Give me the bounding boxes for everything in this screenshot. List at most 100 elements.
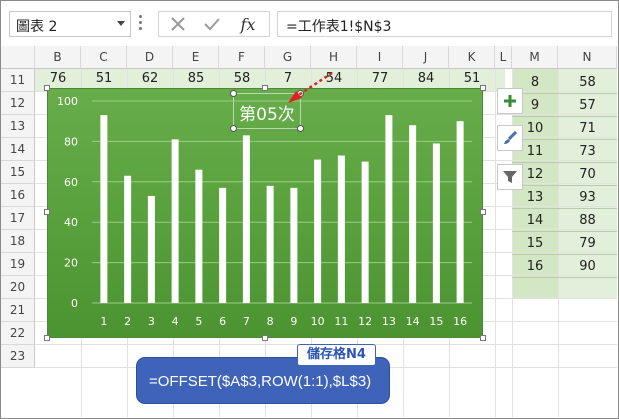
insert-function-icon[interactable]: fx xyxy=(233,12,263,36)
column-header-c[interactable]: C xyxy=(81,46,127,69)
select-all-corner[interactable] xyxy=(1,46,35,69)
cell-value[interactable]: 84 xyxy=(403,72,449,82)
more-options-icon[interactable] xyxy=(139,15,142,31)
cell-value[interactable]: 51 xyxy=(449,72,495,82)
cell-value[interactable]: 62 xyxy=(127,72,173,82)
column-header-n[interactable]: N xyxy=(558,46,617,69)
x-tick-label: 7 xyxy=(243,315,250,328)
bar[interactable] xyxy=(147,195,155,303)
bar[interactable] xyxy=(456,121,464,303)
formula-bar-area: 圖表 2 fx =工作表1!$N$3 xyxy=(1,1,617,45)
row-header-14[interactable]: 14 xyxy=(1,138,35,161)
column-header-e[interactable]: E xyxy=(173,46,219,69)
column-header-m[interactable]: M xyxy=(512,46,558,69)
bar[interactable] xyxy=(337,155,345,303)
chart-resize-handle[interactable] xyxy=(480,209,486,215)
row-header-19[interactable]: 19 xyxy=(1,253,35,276)
cell-n[interactable]: 58 xyxy=(558,71,617,94)
cell-value[interactable]: 77 xyxy=(357,72,403,82)
column-header-g[interactable]: G xyxy=(265,46,311,69)
y-tick-label: 0 xyxy=(71,297,78,310)
chevron-down-icon[interactable] xyxy=(117,21,125,26)
column-header-k[interactable]: K xyxy=(449,46,495,69)
cell-n[interactable]: 90 xyxy=(558,255,617,278)
bar[interactable] xyxy=(124,175,132,303)
cell-n[interactable]: 70 xyxy=(558,163,617,186)
row-header-20[interactable]: 20 xyxy=(1,276,35,299)
cell-n[interactable]: 57 xyxy=(558,94,617,117)
plus-icon xyxy=(504,95,516,107)
column-header-h[interactable]: H xyxy=(311,46,357,69)
chart-resize-handle[interactable] xyxy=(262,85,268,91)
y-tick-label: 40 xyxy=(64,216,78,229)
cell-value[interactable]: 58 xyxy=(219,72,265,82)
cell-m[interactable]: 15 xyxy=(512,232,558,255)
formula-buttons: fx xyxy=(158,11,270,37)
bar[interactable] xyxy=(195,169,203,303)
column-header-j[interactable]: J xyxy=(403,46,449,69)
row-header-15[interactable]: 15 xyxy=(1,161,35,184)
red-arrow-icon xyxy=(288,71,333,103)
cell-value[interactable]: 85 xyxy=(173,72,219,82)
cell-n[interactable]: 93 xyxy=(558,186,617,209)
cell-n[interactable]: 79 xyxy=(558,232,617,255)
bar[interactable] xyxy=(409,125,417,303)
title-handle[interactable] xyxy=(297,125,304,132)
cell-m[interactable]: 16 xyxy=(512,255,558,278)
formula-input[interactable]: =工作表1!$N$3 xyxy=(277,11,612,37)
bar[interactable] xyxy=(314,159,322,303)
chart-resize-handle[interactable] xyxy=(44,335,50,341)
chart-resize-handle[interactable] xyxy=(480,85,486,91)
cell-n[interactable]: 73 xyxy=(558,140,617,163)
bar[interactable] xyxy=(171,139,179,303)
column-header-f[interactable]: F xyxy=(219,46,265,69)
column-header-i[interactable]: I xyxy=(357,46,403,69)
column-header-d[interactable]: D xyxy=(127,46,173,69)
name-box[interactable]: 圖表 2 xyxy=(9,11,131,37)
cell-n[interactable]: 88 xyxy=(558,209,617,232)
row-header-16[interactable]: 16 xyxy=(1,184,35,207)
x-tick-label: 5 xyxy=(195,315,202,328)
chart-styles-button[interactable] xyxy=(497,125,523,151)
bar[interactable] xyxy=(290,187,298,303)
bar[interactable] xyxy=(100,115,108,303)
row-header-21[interactable]: 21 xyxy=(1,299,35,322)
title-handle[interactable] xyxy=(230,90,237,97)
row-header-11[interactable]: 11 xyxy=(1,69,35,92)
column-header-l[interactable]: L xyxy=(495,46,512,69)
paintbrush-icon xyxy=(504,130,518,144)
row-header-18[interactable]: 18 xyxy=(1,230,35,253)
column-header-b[interactable]: B xyxy=(35,46,81,69)
row-header-23[interactable]: 23 xyxy=(1,345,35,368)
x-tick-label: 13 xyxy=(382,315,396,328)
callout-tag: 儲存格N4 xyxy=(297,344,376,366)
bar[interactable] xyxy=(219,187,227,303)
y-tick-label: 80 xyxy=(64,135,78,148)
title-handle[interactable] xyxy=(230,125,237,132)
chart-filters-button[interactable] xyxy=(497,164,523,190)
cell-n[interactable]: 71 xyxy=(558,117,617,140)
formula-text: =工作表1!$N$3 xyxy=(286,19,392,35)
x-tick-label: 9 xyxy=(290,315,297,328)
chart-resize-handle[interactable] xyxy=(480,335,486,341)
x-tick-label: 8 xyxy=(267,315,274,328)
bar[interactable] xyxy=(385,115,393,303)
chart-resize-handle[interactable] xyxy=(44,85,50,91)
cancel-icon[interactable] xyxy=(163,12,193,36)
x-tick-label: 11 xyxy=(334,315,348,328)
enter-icon[interactable] xyxy=(197,12,227,36)
bar[interactable] xyxy=(361,161,369,303)
chart-elements-button[interactable] xyxy=(497,88,523,114)
row-header-17[interactable]: 17 xyxy=(1,207,35,230)
chart-resize-handle[interactable] xyxy=(262,335,268,341)
cell-value[interactable]: 76 xyxy=(35,72,81,82)
row-header-13[interactable]: 13 xyxy=(1,115,35,138)
cell-value[interactable]: 51 xyxy=(81,72,127,82)
bar[interactable] xyxy=(432,143,440,303)
cell-m[interactable]: 14 xyxy=(512,209,558,232)
row-header-22[interactable]: 22 xyxy=(1,322,35,345)
row-header-12[interactable]: 12 xyxy=(1,92,35,115)
chart-resize-handle[interactable] xyxy=(44,209,50,215)
bar[interactable] xyxy=(242,135,250,303)
bar[interactable] xyxy=(266,185,274,303)
